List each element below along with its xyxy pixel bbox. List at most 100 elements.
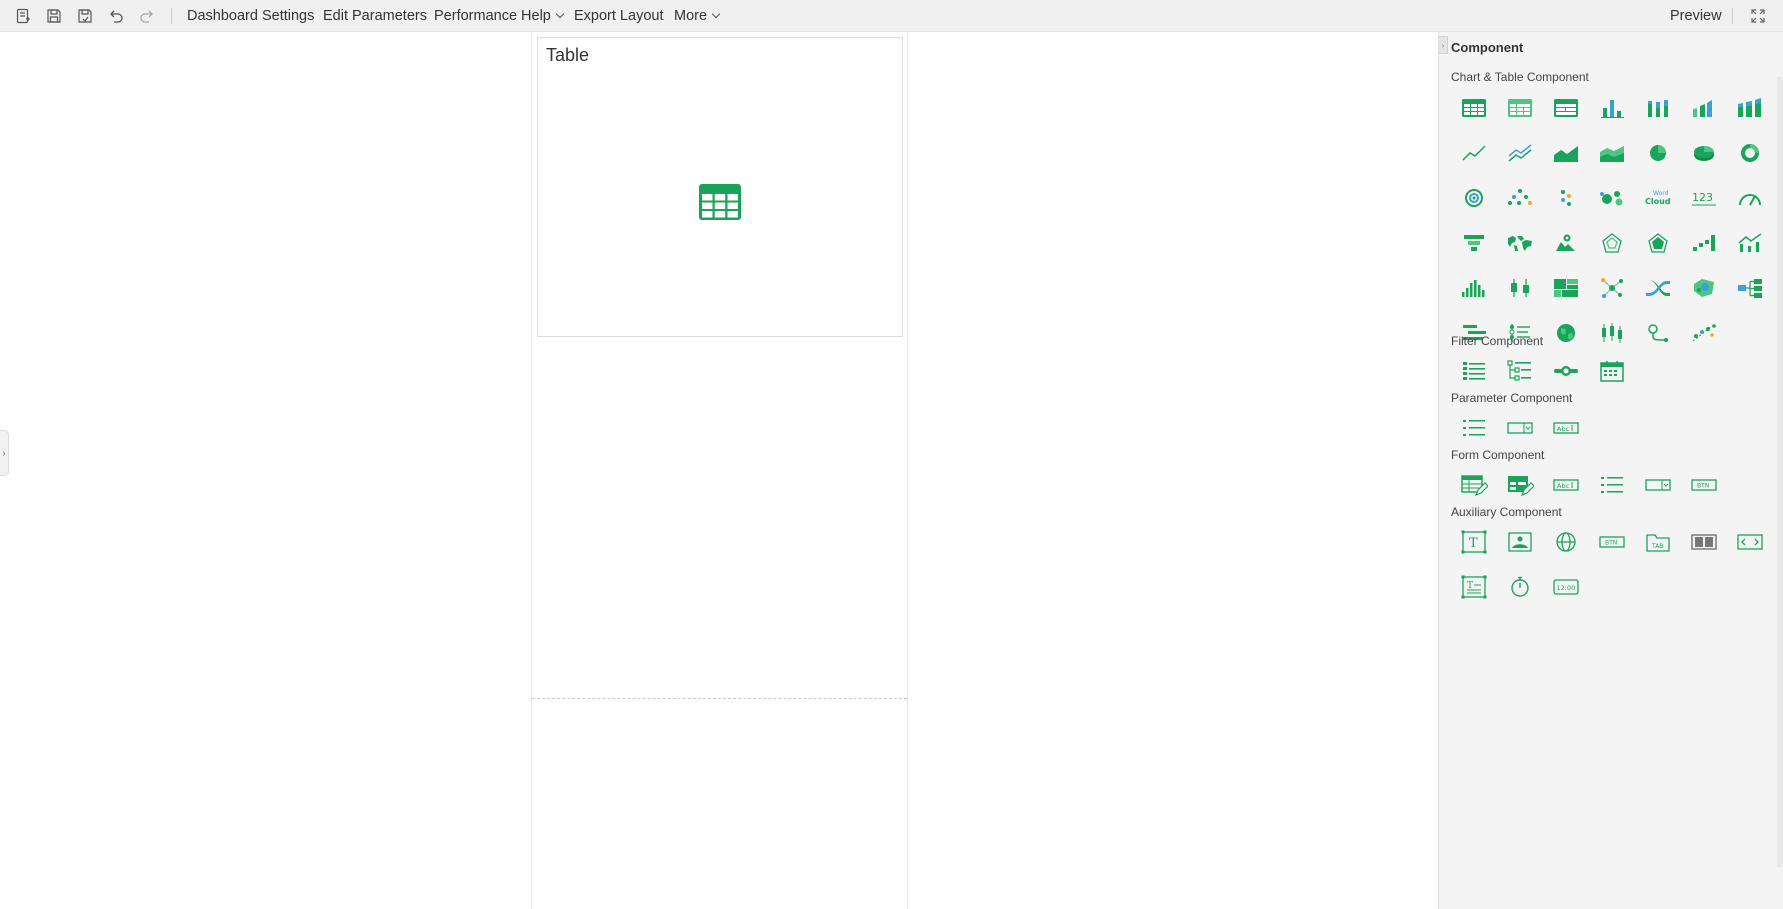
step-chart-component[interactable]	[1681, 227, 1727, 259]
range-slider-icon	[1554, 366, 1578, 376]
radar-component[interactable]	[1589, 227, 1635, 259]
new-icon[interactable]	[13, 6, 33, 26]
text-box-component[interactable]: T	[1451, 526, 1497, 558]
table-widget[interactable]: Table	[537, 37, 903, 337]
save-as-icon[interactable]	[75, 6, 95, 26]
stacked-bar-component[interactable]	[1635, 92, 1681, 124]
timer-component[interactable]	[1497, 571, 1543, 603]
tree-filter-component[interactable]	[1497, 355, 1543, 387]
sankey-component[interactable]	[1635, 272, 1681, 304]
grouped-table-component[interactable]	[1543, 92, 1589, 124]
calendar-filter-component[interactable]	[1589, 355, 1635, 387]
preview-button[interactable]: Preview	[1670, 0, 1722, 32]
crosstab-component[interactable]	[1497, 92, 1543, 124]
form-text-component[interactable]: Abc	[1543, 469, 1589, 501]
panel-scrollbar[interactable]	[1777, 77, 1783, 867]
panel-collapse-button[interactable]: ›	[1439, 36, 1448, 54]
stacked-area-component[interactable]	[1589, 137, 1635, 169]
globe-icon	[1557, 324, 1575, 342]
geo-map-component[interactable]	[1543, 227, 1589, 259]
clock-component[interactable]: 12:00	[1543, 571, 1589, 603]
3d-pie-component[interactable]	[1681, 137, 1727, 169]
image-component[interactable]	[1497, 526, 1543, 558]
web-page-component[interactable]	[1543, 526, 1589, 558]
export-layout-button[interactable]: Export Layout	[574, 0, 663, 32]
filled-radar-component[interactable]	[1635, 227, 1681, 259]
funnel-component[interactable]	[1451, 227, 1497, 259]
page-area: Table	[531, 32, 908, 909]
network-component[interactable]	[1589, 272, 1635, 304]
table-component[interactable]	[1451, 92, 1497, 124]
rich-text-component[interactable]: T	[1451, 571, 1497, 603]
chevron-down-icon	[555, 9, 565, 19]
carousel-component[interactable]	[1681, 526, 1727, 558]
range-slider-component[interactable]	[1543, 355, 1589, 387]
param-text-component[interactable]: Abc	[1543, 412, 1589, 444]
box-plot-component[interactable]	[1497, 272, 1543, 304]
bubble-component[interactable]	[1589, 182, 1635, 214]
param-dropdown-component[interactable]	[1497, 412, 1543, 444]
form-dropdown-component[interactable]	[1635, 469, 1681, 501]
parameter-section-title: Parameter Component	[1451, 391, 1573, 405]
page-break-line	[532, 698, 907, 699]
performance-help-menu[interactable]: Performance Help	[434, 0, 565, 32]
area-chart-component[interactable]	[1543, 137, 1589, 169]
treemap-component[interactable]	[1543, 272, 1589, 304]
save-icon[interactable]	[44, 6, 64, 26]
rose-ring-icon	[1465, 189, 1483, 207]
filter-section-title: Filter Component	[1451, 334, 1544, 348]
left-panel-expand-handle[interactable]: ›	[0, 430, 9, 476]
line-combo-component[interactable]	[1727, 227, 1773, 259]
undo-icon[interactable]	[106, 6, 126, 26]
scatter-component[interactable]	[1497, 182, 1543, 214]
candlestick-component[interactable]	[1589, 317, 1635, 349]
route-map-component[interactable]	[1635, 317, 1681, 349]
svg-text:T: T	[1469, 536, 1478, 551]
bar-chart-component[interactable]	[1589, 92, 1635, 124]
edit-parameters-button[interactable]: Edit Parameters	[323, 0, 427, 32]
button-component[interactable]: BTN	[1589, 526, 1635, 558]
more-menu[interactable]: More	[674, 0, 721, 32]
tree-filter-icon	[1507, 360, 1531, 381]
rose-ring-component[interactable]	[1451, 182, 1497, 214]
toolbar-separator	[1732, 8, 1733, 24]
3d-bar-component[interactable]	[1681, 92, 1727, 124]
auxiliary-grid: T BTN TAB T 12:00	[1451, 526, 1773, 603]
edit-table-component[interactable]	[1451, 469, 1497, 501]
form-button-component[interactable]: BTN	[1681, 469, 1727, 501]
table-icon	[1462, 99, 1486, 117]
route-map-icon	[1648, 324, 1668, 342]
ring-chart-component[interactable]	[1727, 137, 1773, 169]
gauge-component[interactable]	[1727, 182, 1773, 214]
tab-component[interactable]: TAB	[1635, 526, 1681, 558]
top-toolbar: Dashboard Settings Edit Parameters Perfo…	[0, 0, 1783, 32]
word-cloud-component[interactable]: Word Cloud	[1635, 182, 1681, 214]
world-map-component[interactable]	[1497, 227, 1543, 259]
pie-chart-component[interactable]	[1635, 137, 1681, 169]
filled-radar-icon	[1648, 233, 1668, 253]
bubble-map-component[interactable]	[1681, 272, 1727, 304]
param-list-component[interactable]	[1451, 412, 1497, 444]
line-chart-component[interactable]	[1451, 137, 1497, 169]
fullscreen-icon[interactable]	[1748, 6, 1768, 26]
widget-title: Table	[546, 45, 590, 65]
dropdown-icon	[1645, 479, 1671, 491]
tree-diagram-component[interactable]	[1727, 272, 1773, 304]
metric-number-component[interactable]: 123	[1681, 182, 1727, 214]
3d-stacked-bar-component[interactable]	[1727, 92, 1773, 124]
list-filter-component[interactable]	[1451, 355, 1497, 387]
redo-icon[interactable]	[137, 6, 157, 26]
dashboard-settings-button[interactable]: Dashboard Settings	[187, 0, 314, 32]
histogram-component[interactable]	[1451, 272, 1497, 304]
word-cloud-icon: WordCloud	[1645, 190, 1671, 206]
form-list-component[interactable]	[1589, 469, 1635, 501]
globe-component[interactable]	[1543, 317, 1589, 349]
panel-title: Component	[1451, 40, 1524, 55]
multi-line-component[interactable]	[1497, 137, 1543, 169]
flow-scatter-component[interactable]	[1681, 317, 1727, 349]
dashboard-canvas[interactable]: › Table	[0, 32, 1438, 909]
edit-grid-component[interactable]	[1497, 469, 1543, 501]
world-map-icon	[1508, 236, 1532, 251]
embed-component[interactable]	[1727, 526, 1773, 558]
small-scatter-component[interactable]	[1543, 182, 1589, 214]
